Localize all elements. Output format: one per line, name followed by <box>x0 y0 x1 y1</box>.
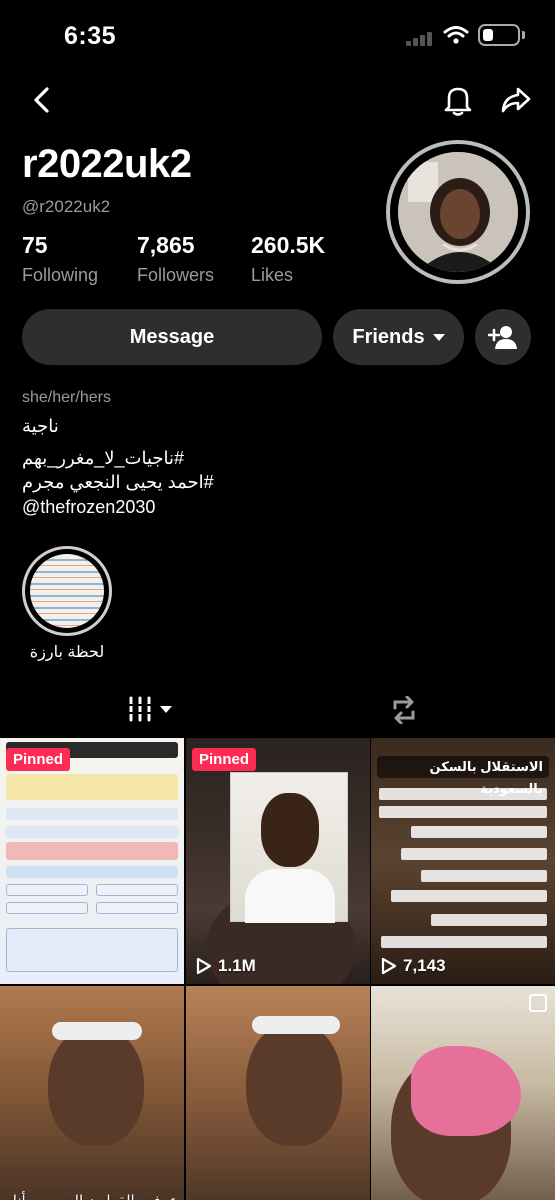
stat-following[interactable]: 75 Following <box>22 232 98 286</box>
pinned-badge: Pinned <box>192 748 257 771</box>
video-tile[interactable]: Pinned 1.1M <box>186 738 370 984</box>
back-button[interactable] <box>20 78 64 122</box>
video-tile[interactable] <box>371 986 555 1200</box>
content-tabs <box>0 690 555 736</box>
add-user-button[interactable] <box>475 309 531 365</box>
highlight-story[interactable] <box>22 546 112 636</box>
notification-button[interactable] <box>436 78 480 122</box>
status-time: 6:35 <box>64 22 117 50</box>
back-icon <box>34 87 49 113</box>
profile-handle: @r2022uk2 <box>22 197 111 216</box>
pinned-badge: Pinned <box>6 748 71 771</box>
view-count: 7,143 <box>381 956 446 976</box>
stat-value: 260.5K <box>251 232 326 258</box>
inset-photo <box>230 772 348 923</box>
repost-icon <box>393 695 415 725</box>
video-tile[interactable]: عرفت القولون العصبي وأنا عمري <box>0 986 184 1200</box>
tab-videos[interactable] <box>128 696 172 722</box>
pink-cloth <box>411 1046 521 1136</box>
video-heading: الاستقلال بالسكن بالسعودية <box>377 756 549 796</box>
stat-label: Followers <box>137 265 215 285</box>
add-user-icon <box>488 326 517 349</box>
video-tile[interactable]: Pinned <box>0 738 184 984</box>
view-count: 1.1M <box>196 956 256 976</box>
highlight-thumbnail <box>30 554 104 628</box>
bio-hashtag[interactable]: #احمد يحيى النجعي مجرم <box>22 472 214 493</box>
bio-line: ناجية <box>22 416 59 436</box>
share-button[interactable] <box>494 78 538 122</box>
stat-value: 75 <box>22 232 48 258</box>
chevron-down-icon <box>432 333 445 341</box>
share-icon <box>501 87 531 113</box>
chevron-down-icon <box>160 705 172 713</box>
friends-button[interactable]: Friends <box>333 309 464 365</box>
friends-label: Friends <box>352 325 425 348</box>
avatar[interactable] <box>386 140 530 284</box>
play-icon <box>381 957 397 975</box>
video-tile[interactable]: الاستقلال بالسكن بالسعودية 7,143 <box>371 738 555 984</box>
message-button[interactable]: Message <box>22 309 322 365</box>
stat-label: Following <box>22 265 99 285</box>
signal-icon <box>406 30 434 46</box>
battery-icon <box>478 24 520 46</box>
multi-image-icon <box>529 994 547 1012</box>
stat-value: 7,865 <box>137 232 195 258</box>
grid-icon <box>129 696 151 722</box>
status-bar: 6:35 <box>0 0 555 70</box>
bio-mention-link[interactable]: @thefrozen2030 <box>22 497 155 518</box>
wifi-icon <box>443 25 469 50</box>
pronouns: she/her/hers <box>22 389 111 406</box>
highlight-label: لحظة بارزة <box>29 644 105 661</box>
video-tile[interactable] <box>186 986 370 1200</box>
stat-followers[interactable]: 7,865 Followers <box>137 232 214 286</box>
stat-label: Likes <box>251 265 294 285</box>
video-caption: عرفت القولون العصبي وأنا عمري <box>0 1192 178 1200</box>
play-icon <box>196 957 212 975</box>
stat-likes: 260.5K Likes <box>251 232 325 286</box>
bio-hashtag[interactable]: #ناجيات_لا_مغرر_بهم <box>22 448 184 469</box>
tab-reposts[interactable] <box>389 695 419 729</box>
bell-icon <box>444 87 472 116</box>
profile-username: r2022uk2 <box>22 142 192 186</box>
